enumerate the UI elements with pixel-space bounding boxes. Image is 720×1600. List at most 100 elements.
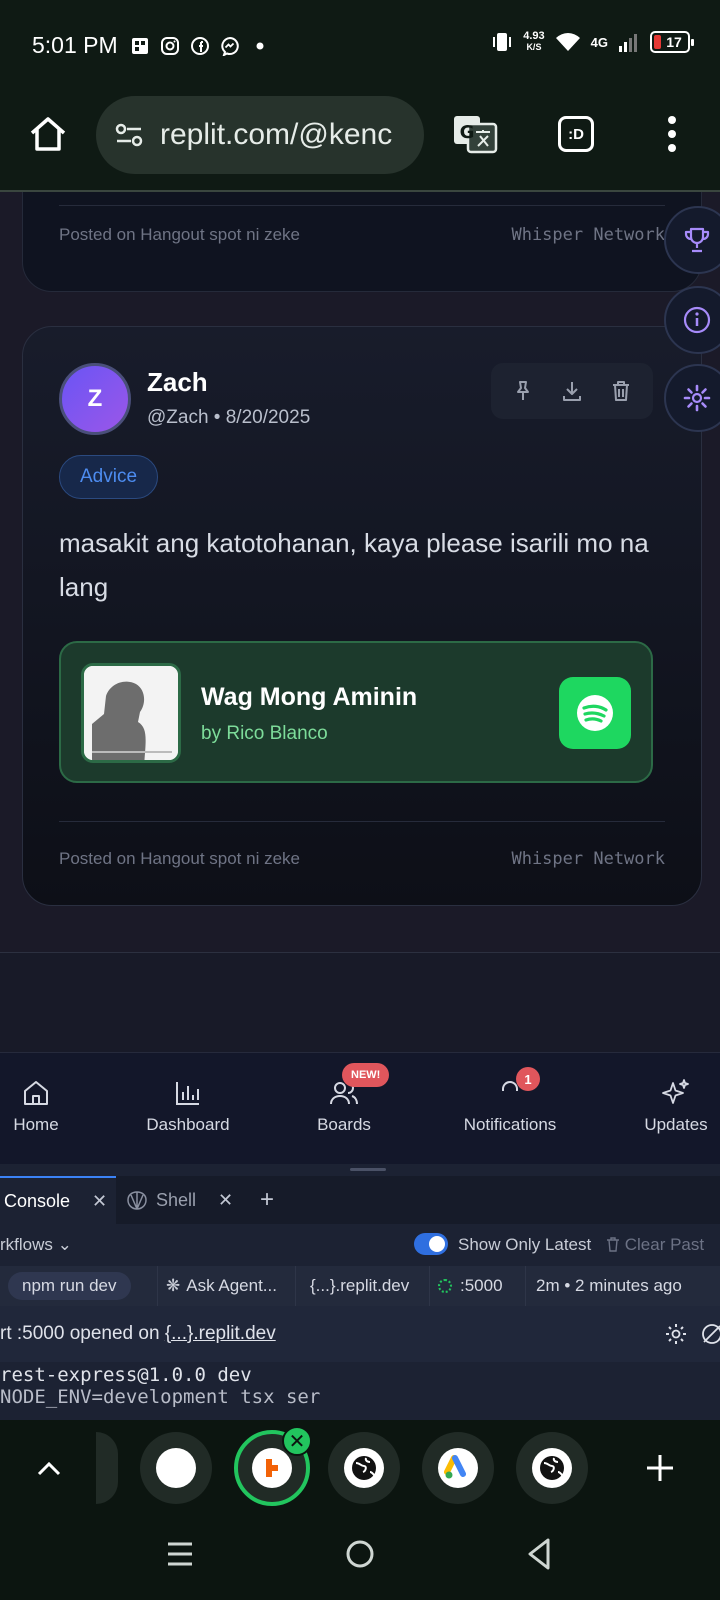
post-text: masakit ang katotohanan, kaya please isa… [59, 528, 649, 602]
translate-icon[interactable]: G [452, 114, 498, 154]
network-label: Whisper Network [511, 849, 665, 869]
author-meta: @Zach • 8/20/2025 [147, 407, 311, 428]
song-card[interactable]: Wag Mong Aminin by Rico Blanco [59, 641, 653, 783]
back-icon[interactable] [520, 1534, 560, 1574]
author-name[interactable]: Zach [147, 367, 208, 398]
tab-label: Console [4, 1190, 71, 1211]
network-label: Whisper Network [511, 225, 665, 245]
globe-icon [344, 1448, 384, 1488]
tab-switcher-button[interactable]: :D [558, 116, 594, 152]
command-chip[interactable]: npm run dev [8, 1266, 158, 1306]
status-time: 5:01 PM [32, 32, 118, 58]
tab-shell[interactable]: Shell ✕ [126, 1176, 256, 1224]
divider [59, 821, 665, 822]
show-latest-toggle[interactable] [414, 1233, 448, 1255]
show-latest-label: Show Only Latest [458, 1235, 592, 1254]
tab-thumbnail[interactable] [422, 1432, 494, 1504]
clear-past-label: Clear Past [624, 1235, 705, 1254]
net-speed-unit: K/S [526, 42, 542, 52]
active-tab-thumbnail[interactable]: ✕ [234, 1426, 312, 1506]
page-content: Posted on Hangout spot ni zeke Whisper N… [0, 192, 720, 1052]
post-card: Z Zach @Zach • 8/20/2025 Advice masakit … [22, 326, 702, 906]
home-icon [24, 1081, 48, 1105]
gear-icon[interactable] [664, 1322, 688, 1346]
nav-updates[interactable]: Updates [640, 1053, 712, 1165]
close-icon[interactable]: ✕ [218, 1190, 233, 1211]
nav-dashboard[interactable]: Dashboard [140, 1053, 236, 1165]
workflows-dropdown[interactable]: rkflows ⌄ [0, 1235, 72, 1255]
nav-boards[interactable]: Boards NEW! [312, 1053, 390, 1165]
signal-icon [619, 34, 637, 52]
home-button[interactable] [24, 110, 72, 158]
spotify-icon [577, 695, 613, 731]
eye-off-icon[interactable] [700, 1322, 720, 1346]
posted-on-label: Posted on Hangout spot ni zeke [59, 849, 300, 868]
home-icon [30, 117, 66, 151]
browser-toolbar: replit.com/@kenc G :D [0, 92, 720, 190]
blank-page-icon [156, 1448, 196, 1488]
album-art-icon [84, 666, 178, 760]
port-prefix: rt :5000 opened on [0, 1323, 165, 1344]
port-label: :5000 [460, 1276, 503, 1295]
port-chip[interactable]: :5000 [438, 1266, 526, 1306]
port-opened-row: rt :5000 opened on {...}.replit.dev [0, 1306, 720, 1362]
nav-home[interactable]: Home [4, 1053, 68, 1165]
svg-text:G: G [460, 122, 475, 143]
port-link[interactable]: {...}.replit.dev [165, 1323, 276, 1344]
network-type: 4G [590, 34, 608, 50]
net-speed: 4.93 K/S [523, 31, 544, 53]
nav-label: Home [13, 1115, 59, 1134]
dev-url-label: {...}.replit.dev [310, 1276, 410, 1295]
vibrate-icon [493, 33, 512, 51]
info-icon [683, 306, 711, 334]
ask-agent-chip[interactable]: ❋ Ask Agent... [166, 1266, 296, 1306]
avatar[interactable]: Z [59, 363, 131, 435]
panel-tabs: Console ✕ Shell ✕ + [0, 1176, 720, 1224]
category-tag[interactable]: Advice [59, 455, 159, 499]
status-bar: 5:01 PM 4.93 K/S 4G 17 [0, 0, 720, 92]
posted-on-label: Posted on Hangout spot ni zeke [59, 225, 300, 244]
wifi-icon [555, 33, 580, 51]
net-speed-value: 4.93 [523, 30, 545, 42]
close-icon[interactable]: ✕ [92, 1191, 107, 1212]
new-tab-icon[interactable] [644, 1452, 676, 1484]
dev-url-chip[interactable]: {...}.replit.dev [306, 1266, 430, 1306]
trash-icon [607, 1237, 619, 1252]
terminal-output: rest-express@1.0.0 dev NODE_ENV=developm… [0, 1362, 720, 1420]
add-tab-button[interactable]: + [260, 1176, 274, 1224]
tab-console[interactable]: Console ✕ [0, 1176, 116, 1224]
status-app-icons [130, 36, 270, 56]
trash-icon[interactable] [609, 379, 633, 403]
gear-icon [683, 384, 711, 412]
recent-apps-icon[interactable] [160, 1534, 200, 1574]
tab-thumbnail[interactable] [96, 1432, 118, 1504]
battery-indicator: 17 [650, 31, 694, 53]
tab-thumbnail[interactable] [516, 1432, 588, 1504]
home-circle-icon[interactable] [340, 1534, 380, 1574]
tab-thumbnail[interactable] [140, 1432, 212, 1504]
pin-icon[interactable] [511, 379, 535, 403]
nav-notifications[interactable]: Notifications 1 [456, 1053, 564, 1165]
clear-past-button[interactable]: Clear Past [606, 1235, 704, 1255]
overflow-menu-icon[interactable] [664, 114, 680, 154]
download-icon[interactable] [560, 379, 584, 403]
address-bar[interactable]: replit.com/@kenc [96, 96, 424, 174]
workflow-info-row: npm run dev ❋ Ask Agent... {...}.replit.… [0, 1266, 720, 1306]
time-label: 2m • 2 minutes ago [536, 1276, 682, 1295]
agent-icon: ❋ [166, 1276, 181, 1295]
tab-thumbnail[interactable] [328, 1432, 400, 1504]
time-chip: 2m • 2 minutes ago [536, 1266, 712, 1306]
chevron-up-icon[interactable] [34, 1454, 64, 1484]
resize-handle[interactable] [350, 1168, 386, 1171]
console-panel: Console ✕ Shell ✕ + rkflows ⌄ Show Only … [0, 1164, 720, 1420]
site-settings-icon[interactable] [114, 120, 144, 150]
nav-label: Boards [317, 1115, 371, 1134]
spotify-button[interactable] [559, 677, 631, 749]
divider [59, 205, 665, 206]
close-tab-icon[interactable]: ✕ [282, 1426, 312, 1456]
status-right: 4.93 K/S 4G 17 [491, 30, 694, 54]
notification-count-badge: 1 [516, 1067, 540, 1091]
chevron-down-icon: ⌄ [57, 1235, 72, 1254]
nav-label: Dashboard [146, 1115, 230, 1134]
url-text[interactable]: replit.com/@kenc [160, 118, 392, 152]
